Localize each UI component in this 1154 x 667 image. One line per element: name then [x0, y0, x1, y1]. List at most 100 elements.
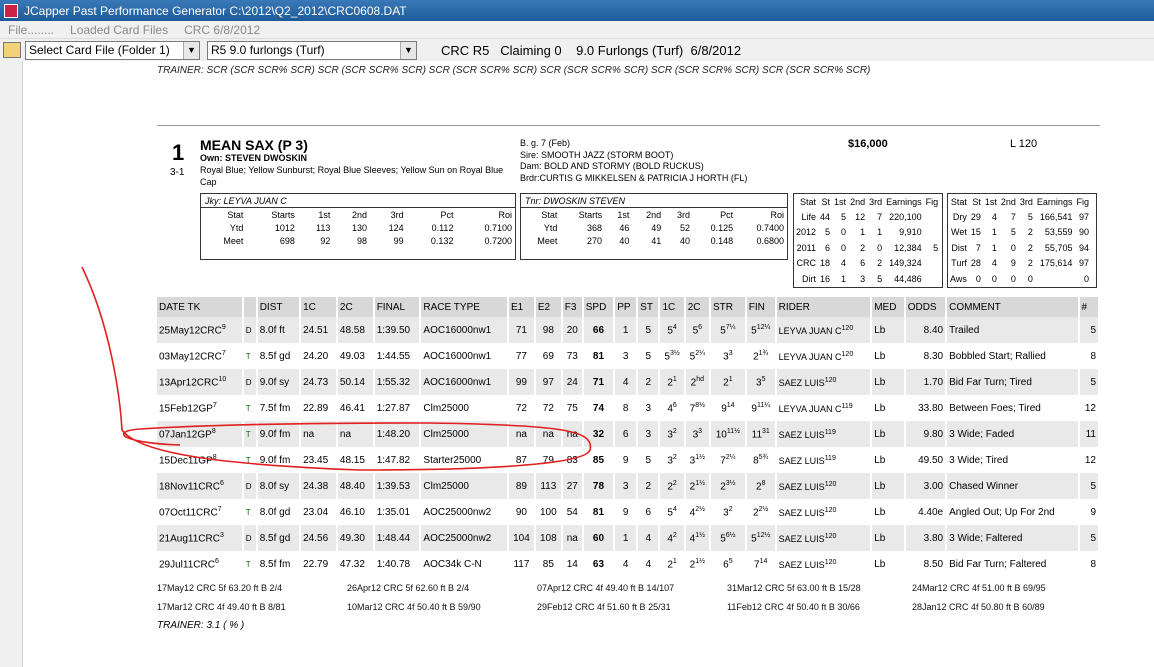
folder-icon[interactable]	[3, 42, 21, 58]
stat-cell: 52	[679, 222, 690, 233]
call-str: 914	[709, 395, 747, 421]
rider: LEYVA JUAN C120	[775, 343, 873, 369]
stat-col-header: Stat	[800, 196, 817, 207]
call-str-lengths: 6½	[725, 531, 736, 539]
post-position: 4	[614, 369, 639, 395]
rider-weight: 120	[824, 532, 837, 540]
stat-cell: 0.148	[710, 235, 734, 246]
start-pos: 5	[637, 447, 661, 473]
chevron-down-icon[interactable]: ▼	[183, 41, 199, 59]
stat-cell: 0.132	[430, 235, 454, 246]
call-str: 56½	[709, 525, 747, 551]
rider: SAEZ LUIS119	[775, 421, 873, 447]
stat-col-header: 3rd	[869, 196, 883, 207]
call-2c-lengths: 1½	[695, 557, 705, 565]
stat-col-header: Earnings	[886, 196, 922, 207]
odds: 8.30	[904, 343, 948, 369]
frac-2c: 49.03	[336, 343, 375, 369]
jockey-stats-table: Stat Starts 1st 2nd 3rd Pct Roi Ytd 1012 113 130 12…	[201, 208, 515, 247]
menu-card-date[interactable]: CRC 6/8/2012	[184, 23, 260, 37]
medication: Lb	[871, 369, 906, 395]
race-number: 6	[219, 479, 224, 487]
table-row: 03May12CRC7 T 8.5f gd 24.20 49.03 1:44.55 AOC1…	[157, 343, 1101, 369]
stat-row: Life 44 5 12 7 220,100	[794, 209, 940, 224]
jockey-name: Jky: LEYVA JUAN C	[201, 194, 515, 208]
stat-cell: 0.7400	[756, 222, 784, 233]
race-type: AOC25000nw2	[420, 525, 509, 551]
pp-col-header: 2C	[684, 297, 711, 317]
workout-entry: 17Mar12 CRC 4f 49.40 ft B 8/81	[157, 602, 286, 612]
rider: SAEZ LUIS120	[775, 525, 873, 551]
call-str: 1011½	[709, 421, 747, 447]
stat-cell: 41	[651, 235, 662, 246]
stat-cell: 12	[855, 212, 866, 223]
pp-col-header: FINAL	[373, 297, 422, 317]
stat-cell	[924, 225, 941, 240]
call-1c-lengths: 1	[672, 375, 677, 383]
race-date: 29Jul11CRC6	[157, 551, 244, 577]
stat-cell: 5	[1010, 227, 1016, 238]
f3: na	[561, 421, 584, 447]
distance: 7.5f fm	[256, 395, 302, 421]
post-position: 9	[614, 447, 639, 473]
chevron-down-icon[interactable]: ▼	[400, 41, 416, 59]
race-type: AOC34k C-N	[420, 551, 509, 577]
start-pos: 5	[637, 343, 661, 369]
pp-col-header: MED	[871, 297, 906, 317]
record-stats-table: Stat St 1st 2nd 3rd Earnings Fig Life 44 5 12 7 220,…	[794, 194, 940, 286]
f3: 83	[561, 447, 584, 473]
stat-cell: 1	[991, 227, 997, 238]
rider-weight: 120	[824, 376, 837, 384]
dam: Dam: BOLD AND STORMY (BOLD RUCKUS)	[520, 161, 704, 171]
e1: na	[507, 421, 536, 447]
menu-loaded-card-files[interactable]: Loaded Card Files	[70, 23, 168, 37]
post-position: 9	[614, 499, 639, 525]
pp-col-header: PP	[614, 297, 639, 317]
card-file-select[interactable]: Select Card File (Folder 1) ▼	[25, 40, 200, 60]
stat-col-header: Pct	[720, 209, 734, 220]
stat-cell	[924, 256, 941, 271]
workout-entry: 07Apr12 CRC 4f 49.40 ft B 14/107	[537, 583, 675, 593]
medication: Lb	[871, 317, 906, 343]
rider-weight: 120	[824, 506, 837, 514]
table-row: 29Jul11CRC6 T 8.5f fm 22.79 47.32 1:40.78 AOC3…	[157, 551, 1101, 577]
speed-fig: 71	[582, 369, 616, 395]
stat-cell: 5	[933, 242, 939, 253]
odds: 1.70	[904, 369, 948, 395]
e1: 71	[507, 317, 536, 343]
f3: 20	[561, 317, 584, 343]
medication: Lb	[871, 525, 906, 551]
breeder: Brdr:CURTIS G MIKKELSEN & PATRICIA J HOR…	[520, 172, 748, 183]
stat-cell: 113	[315, 222, 331, 233]
trainer-scr-line: TRAINER: SCR (SCR SCR% SCR) SCR (SCR SCR…	[157, 65, 871, 76]
call-str-lengths: 2¼	[725, 453, 736, 461]
breeding-info: B. g. 7 (Feb) Sire: SMOOTH JAZZ (STORM B…	[520, 138, 747, 184]
stat-cell: 9,910	[899, 227, 922, 238]
stat-cell: 2012	[796, 227, 817, 238]
final-time: 1:39.53	[373, 473, 422, 499]
stat-cell: 0	[1083, 273, 1089, 284]
call-1c-lengths: 2	[672, 453, 677, 461]
call-fin-lengths: 31	[762, 427, 770, 435]
race-select-value: R5 9.0 furlongs (Turf)	[211, 43, 325, 57]
stat-col-header: Stat	[541, 209, 558, 220]
start-pos: 6	[637, 499, 661, 525]
call-2c-lengths: 2¼	[695, 349, 705, 357]
race-date: 13Apr12CRC10	[157, 369, 244, 395]
stat-header-row: Stat St 1st 2nd 3rd Earnings Fig	[948, 194, 1091, 209]
stat-cell: 7	[975, 242, 981, 253]
race-type: AOC16000nw1	[420, 343, 509, 369]
workouts-line-2: 17Mar12 CRC 4f 49.40 ft B 8/81 10Mar12 CR…	[157, 602, 1100, 614]
table-row: 15Dec11GP8 T 9.0f fm 23.45 48.15 1:47.82 Start…	[157, 447, 1101, 473]
stat-col-header: 3rd	[676, 209, 690, 220]
menu-file[interactable]: File........	[8, 23, 54, 37]
workout-entry: 28Jan12 CRC 4f 50.80 ft B 60/89	[912, 602, 1045, 612]
frac-1c: 24.73	[300, 369, 338, 395]
stat-cell: 124	[388, 222, 404, 233]
field-size: 11	[1078, 421, 1101, 447]
call-2c: 78½	[684, 395, 711, 421]
call-fin: 22½	[745, 499, 777, 525]
race-select[interactable]: R5 9.0 furlongs (Turf) ▼	[207, 40, 417, 60]
stat-cell: 7	[1010, 212, 1016, 223]
workout-entry: 31Mar12 CRC 5f 63.00 ft B 15/28	[727, 583, 861, 593]
